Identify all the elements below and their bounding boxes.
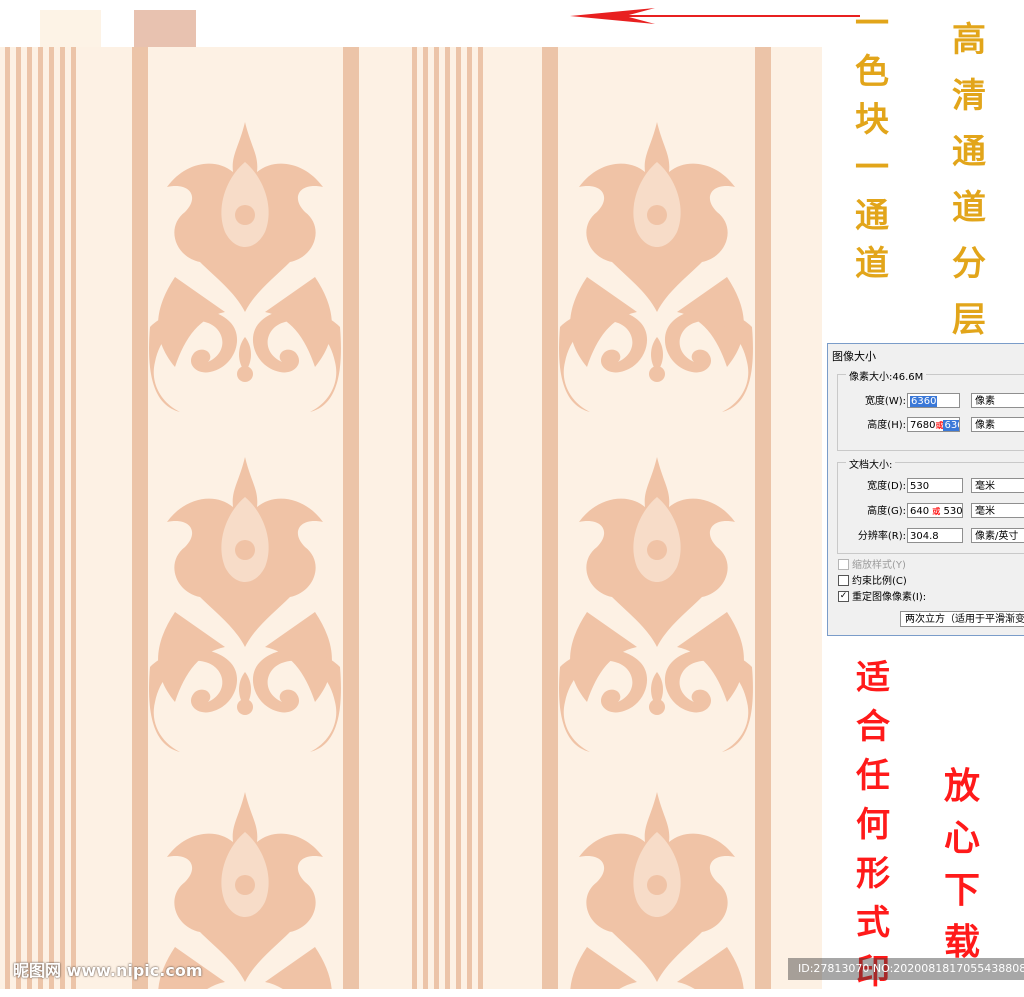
constrain-proportions-checkbox[interactable]: 约束比例(C) — [838, 574, 907, 589]
doc-width-input[interactable]: 530 — [907, 478, 963, 493]
document-size-legend: 文档大小: — [846, 456, 896, 471]
pixel-width-unit-select[interactable]: 像素⌄ — [971, 393, 1024, 408]
dialog-title: 图像大小 — [832, 350, 876, 363]
color-swatch-1 — [40, 10, 101, 47]
vertical-text-color-block-channel: 一 色 块 一 通 道 — [855, 4, 889, 284]
pixel-width-label: 宽度(W): — [864, 396, 906, 407]
pixel-height-unit-select[interactable]: 像素⌄ — [971, 417, 1024, 432]
vertical-text-download-safely: 放 心 下 载 — [944, 765, 981, 963]
resolution-label: 分辨率(R): — [857, 531, 906, 542]
left-arrow-icon — [570, 8, 860, 24]
checkbox-icon — [838, 558, 849, 570]
vertical-text-hd-channel-layer: 高 清 通 道 分 层 — [952, 20, 986, 340]
pixel-width-input[interactable]: 6360 — [907, 393, 960, 408]
resolution-unit-select[interactable]: 像素/英寸⌄ — [971, 528, 1024, 543]
damask-wallpaper — [0, 47, 822, 989]
image-size-dialog: 图像大小 像素大小:46.6M 宽度(W): 6360 像素⌄ 高度(H): 7… — [827, 343, 1024, 636]
doc-height-unit-select[interactable]: 毫米⌄ — [971, 503, 1024, 518]
doc-height-input[interactable]: 640 或 530 — [907, 503, 963, 518]
pixel-height-input[interactable]: 7680或6360 — [907, 417, 960, 432]
pixel-height-label: 高度(H): — [867, 420, 906, 431]
doc-height-label: 高度(G): — [867, 506, 906, 517]
watermark-site: 昵图网 www.nipic.com — [13, 961, 203, 980]
doc-width-unit-select[interactable]: 毫米⌄ — [971, 478, 1024, 493]
pixel-dimensions-legend: 像素大小:46.6M — [846, 368, 927, 383]
resample-image-checkbox[interactable]: ✓ 重定图像像素(I): — [838, 590, 926, 605]
resample-method-select[interactable]: 两次立方（适用于平滑渐变） — [900, 611, 1024, 627]
color-swatch-2 — [134, 10, 196, 47]
resolution-input[interactable]: 304.8 — [907, 528, 963, 543]
checkbox-icon — [838, 574, 849, 586]
document-size-group: 文档大小: 宽度(D): 530 毫米⌄ 高度(G): 640 或 530 毫米… — [837, 456, 1024, 554]
checkbox-checked-icon: ✓ — [838, 590, 849, 602]
vertical-text-suitable-for-printing: 适 合 任 何 形 式 印 — [856, 658, 890, 992]
doc-width-label: 宽度(D): — [867, 481, 906, 492]
watermark-id: ID:27813070 NO:20200818170554388085 — [788, 958, 1024, 980]
pixel-dimensions-group: 像素大小:46.6M 宽度(W): 6360 像素⌄ 高度(H): 7680或6… — [837, 368, 1024, 451]
scale-styles-checkbox[interactable]: 缩放样式(Y) — [838, 558, 906, 573]
